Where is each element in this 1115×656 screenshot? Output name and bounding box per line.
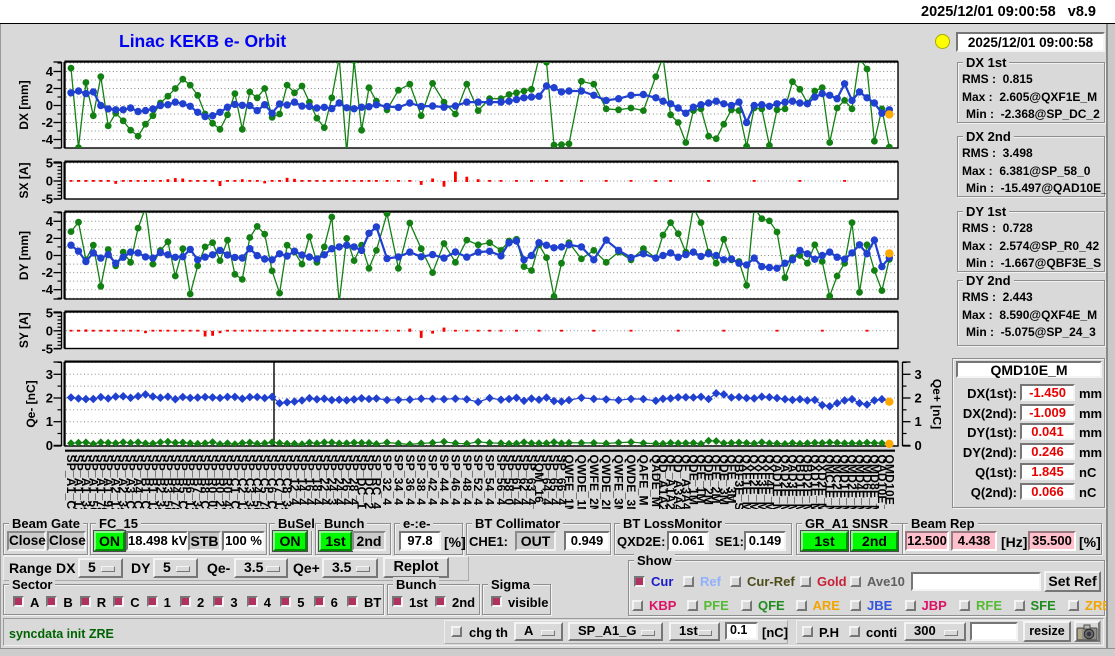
svg-text:0: 0 [46,248,53,263]
svg-text:2: 2 [46,81,53,96]
svg-text:4: 4 [46,214,54,229]
svg-text:-4: -4 [41,132,53,147]
svg-text:-5: -5 [41,192,53,207]
svg-text:0: 0 [46,98,53,113]
svg-text:DX [mm]: DX [mm] [17,80,31,129]
svg-text:QWFE_3M: QWFE_3M [612,455,626,516]
svg-text:SX [A]: SX [A] [17,162,31,198]
svg-text:Qe- [nC]: Qe- [nC] [24,380,38,427]
svg-text:-4: -4 [41,282,53,297]
svg-text:3: 3 [915,367,922,382]
svg-text:1: 1 [915,414,922,429]
svg-text:DY [mm]: DY [mm] [17,231,31,280]
svg-text:QWDE_1M: QWDE_1M [574,455,588,517]
svg-text:1: 1 [46,414,53,429]
svg-text:-2: -2 [41,265,53,280]
svg-text:5: 5 [46,305,53,320]
svg-text:0: 0 [915,438,922,453]
svg-text:2: 2 [915,391,922,406]
svg-text:4: 4 [46,64,54,79]
svg-text:3: 3 [46,367,53,382]
svg-text:QAFE_M: QAFE_M [636,455,650,506]
svg-text:Qe+ [nC]: Qe+ [nC] [930,379,941,429]
svg-text:QWFE_1M: QWFE_1M [562,455,576,516]
svg-text:5: 5 [46,156,53,171]
svg-text:SY [A]: SY [A] [17,312,31,348]
svg-text:-2: -2 [41,115,53,130]
svg-text:QWFE_2M: QWFE_2M [587,455,601,516]
svg-text:QWDE_2M: QWDE_2M [599,455,613,517]
svg-text:0: 0 [46,438,53,453]
svg-text:2: 2 [46,231,53,246]
svg-text:QWDE_3M: QWDE_3M [624,455,638,517]
svg-text:2: 2 [46,391,53,406]
svg-text:-5: -5 [41,341,53,356]
svg-text:QMD10E_M: QMD10E_M [882,455,896,523]
svg-text:0: 0 [46,174,53,189]
svg-text:0: 0 [46,323,53,338]
